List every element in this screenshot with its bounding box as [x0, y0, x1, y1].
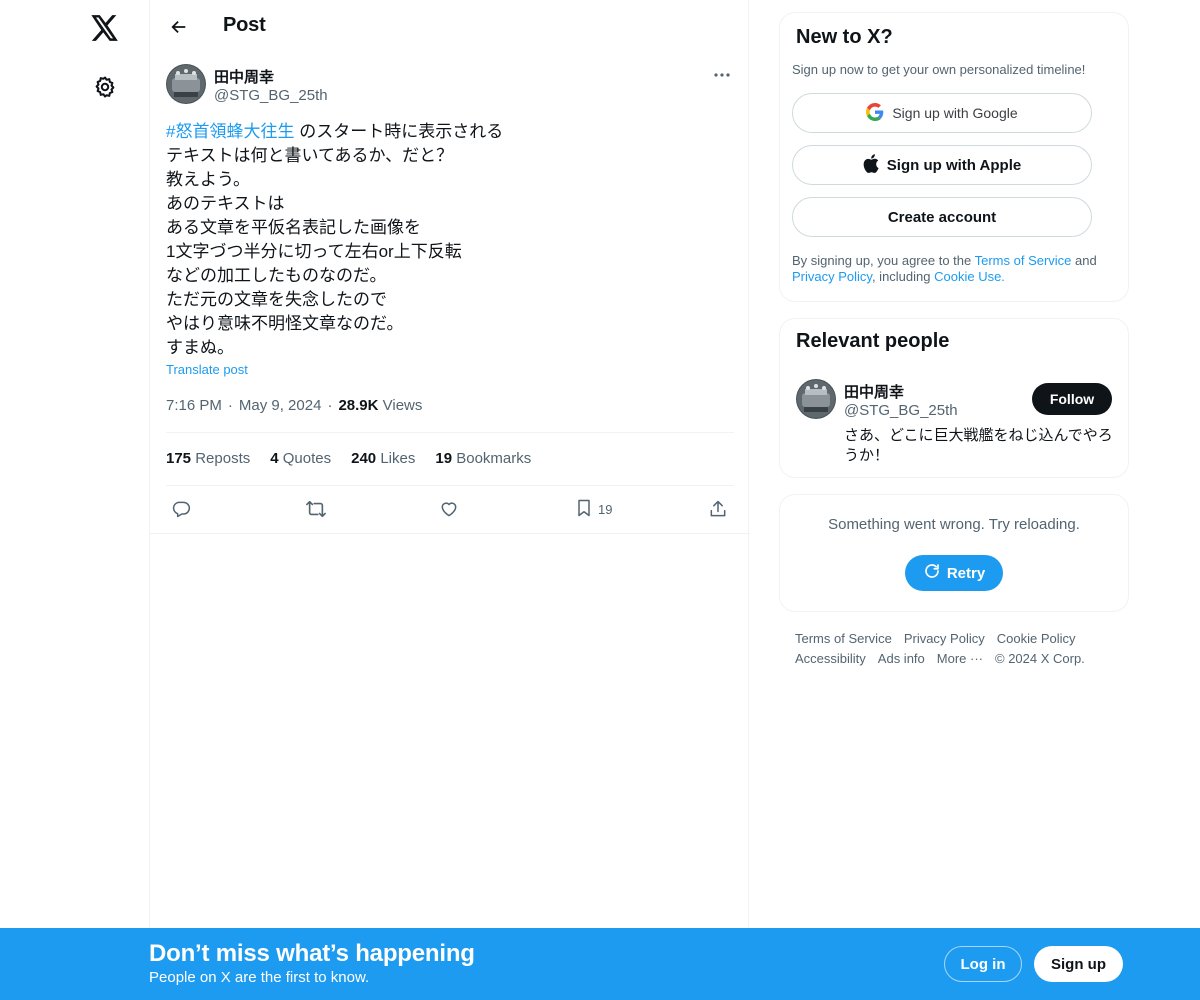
terms-of-service-link[interactable]: Terms of Service: [975, 253, 1072, 268]
post-time[interactable]: 7:16 PM: [166, 397, 222, 414]
author-avatar[interactable]: [166, 64, 206, 104]
legal-and: and: [1071, 253, 1097, 268]
reposts-count: 175: [166, 450, 192, 467]
log-in-button[interactable]: Log in: [944, 946, 1022, 982]
views-count: 28.9K Views: [338, 397, 422, 414]
footer-links: Terms of Service Privacy Policy Cookie Pol…: [795, 629, 1125, 669]
relevant-people-card: Relevant people 田中周幸 @STG_BG_25th Follow…: [779, 318, 1129, 478]
refresh-icon: [923, 562, 941, 584]
cookie-use-link[interactable]: Cookie Use.: [934, 269, 1005, 284]
google-button-label: Sign up with Google: [892, 105, 1018, 121]
bookmarks-label: Bookmarks: [456, 450, 532, 467]
post-meta: 7:16 PM · May 9, 2024 · 28.9K Views: [166, 397, 422, 414]
repost-icon[interactable]: [305, 497, 327, 521]
bottom-bar-title: Don’t miss what’s happening: [149, 940, 475, 967]
sign-up-button[interactable]: Sign up: [1034, 946, 1123, 982]
retry-button[interactable]: Retry: [905, 555, 1003, 591]
bookmarks-count: 19: [435, 450, 453, 467]
quotes-label: Quotes: [282, 450, 332, 467]
main-column: Post 田中周幸 @STG_BG_25th #怒首領蜂大往生 のスタート時に表…: [149, 0, 750, 1000]
x-logo-icon[interactable]: [85, 8, 125, 48]
post-actions: 19: [166, 497, 734, 521]
reposts-stat[interactable]: 175 Reposts: [166, 450, 250, 467]
footer-accessibility-link[interactable]: Accessibility: [795, 651, 866, 666]
views-label: Views: [382, 397, 423, 414]
post-text: #怒首領蜂大往生 のスタート時に表示される テキストは何と書いてあるか、だと？ …: [166, 120, 726, 360]
arrow-left-icon[interactable]: [162, 10, 196, 44]
meta-separator: ·: [327, 397, 333, 414]
reposts-label: Reposts: [195, 450, 251, 467]
reply-icon[interactable]: [171, 497, 191, 521]
signup-card-subtitle: Sign up now to get your own personalized…: [792, 62, 1086, 77]
share-icon[interactable]: [708, 497, 728, 521]
post-date[interactable]: May 9, 2024: [239, 397, 322, 414]
person-bio: さあ、どこに巨大戦艦をねじ込んでやろうか！: [844, 427, 1113, 464]
privacy-policy-link[interactable]: Privacy Policy: [792, 269, 872, 284]
bookmark-button[interactable]: 19: [574, 497, 612, 521]
create-account-button[interactable]: Create account: [792, 197, 1092, 237]
person-handle[interactable]: @STG_BG_25th: [844, 402, 958, 419]
bottom-bar-subtitle: People on X are the first to know.: [149, 969, 370, 986]
signup-card: New to X? Sign up now to get your own pe…: [779, 12, 1129, 302]
footer-privacy-link[interactable]: Privacy Policy: [904, 631, 985, 646]
post-header: Post: [150, 0, 750, 53]
footer-terms-link[interactable]: Terms of Service: [795, 631, 892, 646]
bottom-signup-bar: Don’t miss what’s happening People on X …: [0, 928, 1200, 1000]
author-handle[interactable]: @STG_BG_25th: [214, 87, 328, 104]
person-name[interactable]: 田中周幸: [844, 381, 904, 402]
divider: [166, 432, 734, 433]
author-name[interactable]: 田中周幸: [214, 66, 274, 87]
quotes-stat[interactable]: 4 Quotes: [270, 450, 331, 467]
more-options-icon[interactable]: [708, 64, 736, 86]
footer-copyright: © 2024 X Corp.: [995, 651, 1085, 666]
sign-up-with-apple-button[interactable]: Sign up with Apple: [792, 145, 1092, 185]
likes-label: Likes: [380, 450, 416, 467]
avatar[interactable]: [796, 379, 836, 419]
follow-button[interactable]: Follow: [1032, 383, 1112, 415]
likes-stat[interactable]: 240 Likes: [351, 450, 415, 467]
translate-post-link[interactable]: Translate post: [166, 362, 248, 377]
apple-icon: [863, 153, 879, 177]
footer-ads-link[interactable]: Ads info: [878, 651, 925, 666]
bookmark-icon: [574, 498, 594, 521]
google-icon: [866, 102, 884, 124]
meta-separator: ·: [227, 397, 233, 414]
legal-prefix: By signing up, you agree to the: [792, 253, 975, 268]
quotes-count: 4: [270, 450, 279, 467]
post-stats: 175 Reposts 4 Quotes 240 Likes 19 Bookma…: [166, 450, 531, 467]
error-card: Something went wrong. Try reloading. Ret…: [779, 494, 1129, 612]
left-nav: [0, 0, 150, 1000]
gear-icon[interactable]: [85, 67, 125, 107]
sign-up-with-google-button[interactable]: Sign up with Google: [792, 93, 1092, 133]
divider: [150, 533, 750, 534]
footer-cookie-link[interactable]: Cookie Policy: [997, 631, 1076, 646]
legal-including: , including: [871, 269, 935, 284]
signup-legal-text: By signing up, you agree to the Terms of…: [792, 253, 1122, 285]
bookmark-count: 19: [598, 501, 613, 517]
footer-more-link[interactable]: More ···: [937, 651, 983, 666]
error-message: Something went wrong. Try reloading.: [828, 516, 1080, 533]
likes-count: 240: [351, 450, 377, 467]
hashtag-link[interactable]: #怒首領蜂大往生: [166, 122, 294, 141]
signup-card-title: New to X?: [796, 26, 893, 48]
apple-button-label: Sign up with Apple: [886, 156, 1022, 174]
page-title: Post: [223, 14, 266, 36]
like-icon[interactable]: [439, 497, 459, 521]
relevant-people-title: Relevant people: [796, 330, 950, 352]
views-number: 28.9K: [338, 397, 379, 414]
post-body-text: のスタート時に表示される テキストは何と書いてあるか、だと？ 教えよう。 あのテ…: [166, 122, 504, 357]
divider: [166, 485, 734, 486]
retry-label: Retry: [946, 564, 986, 582]
bookmarks-stat[interactable]: 19 Bookmarks: [435, 450, 531, 467]
